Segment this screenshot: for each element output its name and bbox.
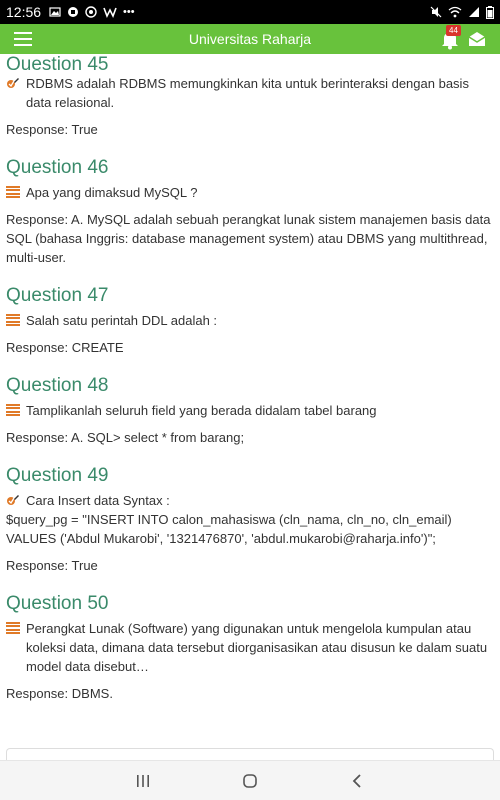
home-icon	[243, 773, 257, 788]
question-title: Question 46	[6, 157, 109, 178]
chat-icon	[68, 7, 79, 17]
home-button[interactable]	[230, 761, 270, 800]
response-label: Response	[6, 212, 65, 227]
response-value: : CREATE	[64, 340, 124, 355]
check-edit-icon	[7, 78, 19, 88]
response-row: Response: A. MySQL adalah sebuah perangk…	[6, 210, 494, 267]
question-code: $query_pg = "INSERT INTO calon_mahasiswa…	[6, 512, 452, 546]
response-row: Response: True	[6, 556, 494, 575]
question-text-row: Salah satu perintah DDL adalah :	[6, 311, 494, 330]
status-bar: 12:56 •••	[0, 0, 500, 24]
app-bar: Universitas Raharja 44	[0, 24, 500, 54]
question-item: Question 46 Apa yang dimaksud MySQL ? Re…	[6, 157, 494, 267]
response-value: : A. SQL> select * from barang;	[64, 430, 245, 445]
question-text: RDBMS adalah RDBMS memungkinkan kita unt…	[26, 76, 469, 110]
app-title: Universitas Raharja	[188, 31, 312, 47]
battery-icon	[486, 5, 494, 19]
question-item: Question 47 Salah satu perintah DDL adal…	[6, 285, 494, 357]
list-icon	[6, 403, 20, 417]
question-text: Apa yang dimaksud MySQL ?	[26, 185, 198, 200]
question-text: Perangkat Lunak (Software) yang digunaka…	[26, 621, 488, 674]
question-text-row: RDBMS adalah RDBMS memungkinkan kita unt…	[6, 74, 494, 112]
check-edit-icon	[7, 495, 19, 505]
question-text: Salah satu perintah DDL adalah :	[26, 313, 218, 328]
recent-apps-button[interactable]	[123, 761, 163, 800]
question-item: Question 50 Perangkat Lunak (Software) y…	[6, 593, 494, 703]
question-text: Tamplikanlah seluruh field yang berada d…	[26, 403, 377, 418]
response-label: Response	[6, 686, 65, 701]
question-title: Question 47	[6, 285, 109, 306]
mail-open-icon[interactable]	[468, 30, 486, 48]
question-text-row: Cara Insert data Syntax :	[6, 491, 494, 510]
notifications-button[interactable]: 44	[440, 25, 461, 50]
quiz-review-content[interactable]: Question 45 RDBMS adalah RDBMS memungkin…	[0, 54, 500, 760]
question-item: Question 49 Cara Insert data Syntax : $q…	[6, 465, 494, 575]
question-text-row: Apa yang dimaksud MySQL ?	[6, 183, 494, 202]
response-value: : True	[64, 558, 98, 573]
response-label: Response	[6, 430, 65, 445]
response-row: Response: DBMS.	[6, 684, 494, 703]
response-label: Response	[6, 558, 65, 573]
status-right-icons	[430, 5, 494, 19]
question-title: Question 48	[6, 375, 109, 396]
system-nav-bar	[0, 760, 500, 800]
list-icon	[6, 621, 20, 635]
question-text-row: Tamplikanlah seluruh field yang berada d…	[6, 401, 494, 420]
response-row: Response: True	[6, 120, 494, 139]
back-button[interactable]	[337, 761, 377, 800]
question-text: Cara Insert data Syntax :	[26, 493, 170, 508]
more-icon: •••	[123, 6, 135, 18]
question-item: Question 45 RDBMS adalah RDBMS memungkin…	[6, 54, 494, 139]
signal-icon	[469, 7, 479, 17]
mute-icon	[430, 6, 442, 18]
response-label: Response	[6, 340, 65, 355]
question-title: Question 45	[6, 54, 109, 70]
question-title: Question 50	[6, 593, 109, 614]
back-icon	[352, 773, 361, 788]
response-label: Response	[6, 122, 65, 137]
notification-count-badge: 44	[446, 25, 461, 36]
app-bar-actions: 44	[440, 25, 486, 50]
list-icon	[6, 185, 20, 199]
list-icon	[6, 313, 20, 327]
whatsapp-icon	[85, 6, 97, 18]
recent-apps-icon	[137, 774, 150, 787]
status-left-icons: •••	[49, 6, 135, 18]
response-value: : DBMS.	[64, 686, 113, 701]
wifi-icon	[448, 6, 462, 18]
question-title: Question 49	[6, 465, 109, 486]
wattpad-icon	[103, 7, 117, 18]
hamburger-menu-icon[interactable]	[14, 32, 32, 46]
response-value: : A. MySQL adalah sebuah perangkat lunak…	[6, 212, 491, 265]
response-row: Response: CREATE	[6, 338, 494, 357]
photo-icon	[49, 7, 61, 17]
question-text-row: Perangkat Lunak (Software) yang digunaka…	[6, 619, 494, 676]
status-time: 12:56	[6, 4, 42, 20]
response-row: Response: A. SQL> select * from barang;	[6, 428, 494, 447]
response-value: : True	[64, 122, 98, 137]
question-item: Question 48 Tamplikanlah seluruh field y…	[6, 375, 494, 447]
